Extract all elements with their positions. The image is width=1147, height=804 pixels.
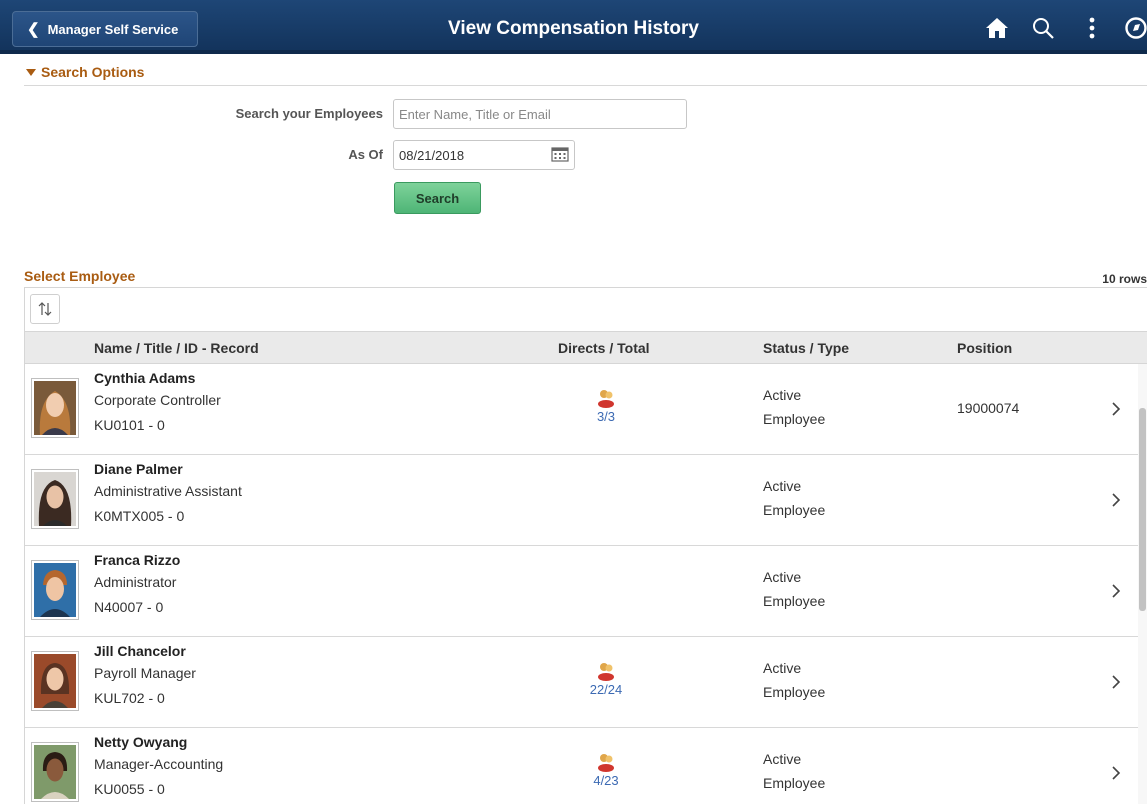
search-options-toggle[interactable]: Search Options <box>26 64 144 80</box>
more-icon[interactable] <box>1078 14 1106 42</box>
as-of-label: As Of <box>348 147 383 162</box>
table-row[interactable]: Jill Chancelor Payroll Manager KUL702 - … <box>25 637 1138 728</box>
employee-name: Netty Owyang <box>94 734 188 750</box>
banner-divider <box>0 50 1147 54</box>
employee-name: Jill Chancelor <box>94 643 186 659</box>
as-of-date-input[interactable] <box>393 140 575 170</box>
directs-count: 3/3 <box>596 409 616 424</box>
employee-id: N40007 - 0 <box>94 599 164 615</box>
employee-id: KU0055 - 0 <box>94 781 165 797</box>
row-count: 10 rows <box>1102 272 1147 286</box>
employee-photo <box>31 651 79 711</box>
chevron-right-icon <box>1112 675 1121 689</box>
employee-search-label: Search your Employees <box>235 106 383 121</box>
chevron-right-icon <box>1112 493 1121 507</box>
employee-photo <box>31 742 79 802</box>
employee-name: Diane Palmer <box>94 461 183 477</box>
grid-scrollbar-thumb[interactable] <box>1139 408 1146 611</box>
column-header-status: Status / Type <box>763 340 850 356</box>
column-header-name: Name / Title / ID - Record <box>94 340 259 356</box>
team-icon <box>598 663 614 681</box>
employee-type: Employee <box>763 593 826 609</box>
employee-type: Employee <box>763 684 826 700</box>
search-options-label: Search Options <box>41 64 145 80</box>
search-button[interactable]: Search <box>394 182 481 214</box>
calendar-icon[interactable] <box>551 146 569 162</box>
table-row[interactable]: Cynthia Adams Corporate Controller KU010… <box>25 364 1138 455</box>
directs-link[interactable]: 4/23 <box>581 752 631 788</box>
employee-title: Corporate Controller <box>94 392 221 408</box>
employee-status: Active <box>763 387 802 403</box>
sort-icon <box>38 302 52 316</box>
home-icon[interactable] <box>983 14 1011 42</box>
employee-name: Cynthia Adams <box>94 370 196 386</box>
table-row[interactable]: Franca Rizzo Administrator N40007 - 0 Ac… <box>25 546 1138 637</box>
chevron-right-icon <box>1112 402 1121 416</box>
employee-title: Administrator <box>94 574 177 590</box>
grid-title: Select Employee <box>24 268 136 284</box>
directs-link[interactable]: 22/24 <box>581 661 631 697</box>
chevron-right-icon <box>1112 766 1121 780</box>
employee-name: Franca Rizzo <box>94 552 181 568</box>
employee-status: Active <box>763 478 802 494</box>
employee-position: 19000074 <box>957 400 1020 416</box>
team-icon <box>598 754 614 772</box>
employee-status: Active <box>763 660 802 676</box>
employee-photo <box>31 469 79 529</box>
employee-title: Payroll Manager <box>94 665 196 681</box>
section-divider <box>24 85 1147 86</box>
employee-title: Manager-Accounting <box>94 756 224 772</box>
employee-status: Active <box>763 569 802 585</box>
directs-count: 22/24 <box>589 682 623 697</box>
employee-search-input[interactable] <box>393 99 687 129</box>
column-header-position: Position <box>957 340 1013 356</box>
employee-photo <box>31 560 79 620</box>
team-icon <box>598 390 614 408</box>
employee-id: KUL702 - 0 <box>94 690 165 706</box>
directs-link[interactable]: 3/3 <box>581 388 631 424</box>
employee-id: K0MTX005 - 0 <box>94 508 185 524</box>
sort-button[interactable] <box>30 294 60 324</box>
employee-id: KU0101 - 0 <box>94 417 165 433</box>
grid-column-headers: Name / Title / ID - Record Directs / Tot… <box>25 331 1147 364</box>
employee-type: Employee <box>763 775 826 791</box>
navbar-icon[interactable] <box>1122 14 1147 42</box>
triangle-down-icon <box>26 68 36 76</box>
employee-photo <box>31 378 79 438</box>
table-row[interactable]: Diane Palmer Administrative Assistant K0… <box>25 455 1138 546</box>
employee-type: Employee <box>763 502 826 518</box>
employee-type: Employee <box>763 411 826 427</box>
back-button-label: Manager Self Service <box>47 21 179 37</box>
employee-title: Administrative Assistant <box>94 483 242 499</box>
employee-status: Active <box>763 751 802 767</box>
table-row[interactable]: Netty Owyang Manager-Accounting KU0055 -… <box>25 728 1138 804</box>
search-icon[interactable] <box>1029 14 1057 42</box>
back-button[interactable]: ❮ Manager Self Service <box>12 11 198 47</box>
directs-count: 4/23 <box>593 773 619 788</box>
column-header-directs: Directs / Total <box>558 340 650 356</box>
chevron-left-icon: ❮ <box>27 20 40 38</box>
chevron-right-icon <box>1112 584 1121 598</box>
